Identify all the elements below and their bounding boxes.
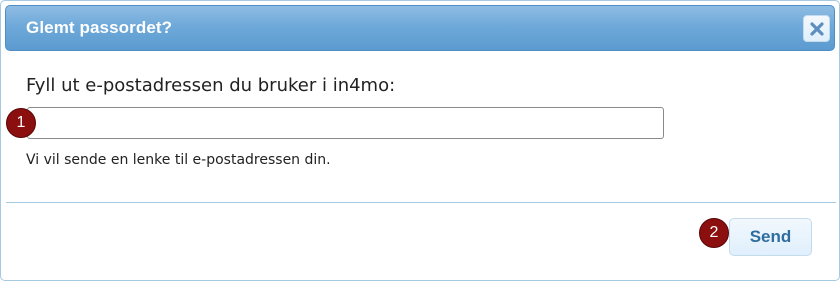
send-button[interactable]: Send — [729, 218, 812, 256]
step-marker-1: 1 — [6, 108, 36, 138]
close-button[interactable] — [803, 15, 830, 42]
step-marker-2: 2 — [699, 218, 729, 248]
dialog-title: Glemt passordet? — [26, 18, 173, 37]
email-input[interactable] — [27, 107, 664, 139]
forgot-password-dialog: Glemt passordet? Fyll ut e-postadressen … — [0, 0, 840, 281]
dialog-titlebar[interactable]: Glemt passordet? — [5, 5, 835, 51]
close-icon — [810, 22, 824, 36]
email-hint-text: Vi vil sende en lenke til e-postadressen… — [26, 152, 331, 168]
email-prompt-label: Fyll ut e-postadressen du bruker i in4mo… — [26, 75, 396, 96]
dialog-divider — [6, 202, 836, 203]
